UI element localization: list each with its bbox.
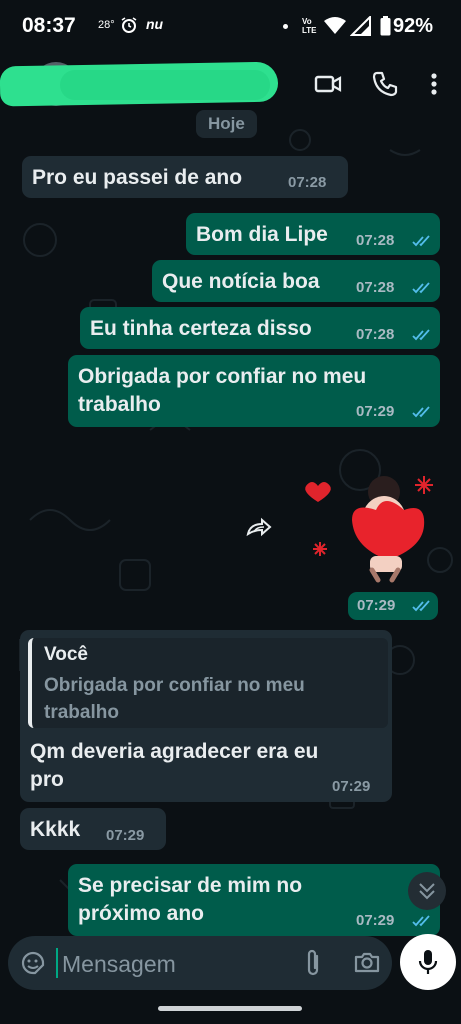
message-time: 07:29 <box>356 912 395 929</box>
more-options-icon[interactable] <box>420 70 448 98</box>
message-bubble-outgoing[interactable]: Obrigada por confiar no meu trabalho 07:… <box>68 355 440 427</box>
message-text: Eu tinha certeza disso <box>90 317 312 340</box>
message-time: 07:29 <box>106 827 145 844</box>
microphone-icon <box>418 950 438 974</box>
read-ticks-icon <box>412 915 430 927</box>
attach-icon[interactable] <box>302 948 324 978</box>
forward-icon[interactable] <box>244 516 274 540</box>
double-chevron-down-icon <box>419 883 435 900</box>
message-bubble-outgoing[interactable]: Que notícia boa 07:28 <box>152 260 440 302</box>
video-call-icon[interactable] <box>314 70 342 98</box>
sticker-time-chip: 07:29 <box>348 592 438 620</box>
volte-icon: Vo LTE <box>302 17 317 35</box>
message-text: Que notícia boa <box>162 270 320 293</box>
message-bubble-outgoing[interactable]: Se precisar de mim no próximo ano 07:29 <box>68 864 440 936</box>
text-cursor <box>56 948 58 978</box>
read-ticks-icon <box>412 600 430 612</box>
quoted-author: Você <box>44 644 89 665</box>
status-temperature: 28° <box>98 19 115 31</box>
notification-dot-icon <box>283 24 288 29</box>
volte-line1: Vo <box>302 17 312 26</box>
message-bubble-incoming[interactable]: Kkkk 07:29 <box>20 808 166 850</box>
message-text: Bom dia Lipe <box>196 223 328 246</box>
date-separator: Hoje <box>196 110 257 138</box>
signal-icon <box>350 16 371 36</box>
battery-icon <box>380 16 391 36</box>
contact-name[interactable] <box>60 70 270 100</box>
message-time: 07:28 <box>356 326 395 343</box>
read-ticks-icon <box>412 329 430 341</box>
message-bubble-incoming[interactable]: Pro eu passei de ano 07:28 <box>22 156 348 198</box>
message-input[interactable] <box>60 948 284 980</box>
read-ticks-icon <box>412 235 430 247</box>
message-time: 07:29 <box>332 778 371 795</box>
volte-line2: LTE <box>302 26 317 35</box>
wifi-icon <box>324 17 346 34</box>
message-bubble-incoming-reply[interactable]: Você Obrigada por confiar no meu trabalh… <box>20 630 392 802</box>
message-time: 07:28 <box>356 232 395 249</box>
camera-icon[interactable] <box>354 950 380 974</box>
message-text: Kkkk <box>30 818 81 841</box>
quoted-message[interactable]: Você Obrigada por confiar no meu trabalh… <box>28 638 388 728</box>
message-composer <box>8 936 392 990</box>
message-time: 07:29 <box>357 597 396 614</box>
message-bubble-outgoing[interactable]: Eu tinha certeza disso 07:28 <box>80 307 440 349</box>
sticker-image[interactable] <box>300 470 440 594</box>
message-time: 07:28 <box>288 174 327 191</box>
message-time: 07:28 <box>356 279 395 296</box>
read-ticks-icon <box>412 282 430 294</box>
scroll-down-button[interactable] <box>408 872 446 910</box>
message-text: Obrigada por confiar no meu trabalho <box>78 365 367 416</box>
voice-message-button[interactable] <box>400 934 456 990</box>
battery-percent: 92% <box>393 15 434 37</box>
message-text: Qm deveria agradecer era eu pro <box>30 740 319 791</box>
status-bar: 08:37 28° nu Vo LTE 92% <box>0 0 461 56</box>
sticker-icon[interactable] <box>20 950 46 976</box>
message-text: Se precisar de mim no próximo ano <box>78 874 303 925</box>
message-time: 07:29 <box>356 403 395 420</box>
nu-app-icon: nu <box>146 16 164 32</box>
chat-header <box>0 56 461 112</box>
read-ticks-icon <box>412 406 430 418</box>
message-bubble-outgoing[interactable]: Bom dia Lipe 07:28 <box>186 213 440 255</box>
message-text: Pro eu passei de ano <box>32 166 243 189</box>
status-time: 08:37 <box>22 14 76 37</box>
alarm-icon <box>121 17 137 33</box>
quoted-text: Obrigada por confiar no meu trabalho <box>44 675 305 723</box>
gesture-handle[interactable] <box>158 1006 302 1011</box>
voice-call-icon[interactable] <box>371 70 399 98</box>
